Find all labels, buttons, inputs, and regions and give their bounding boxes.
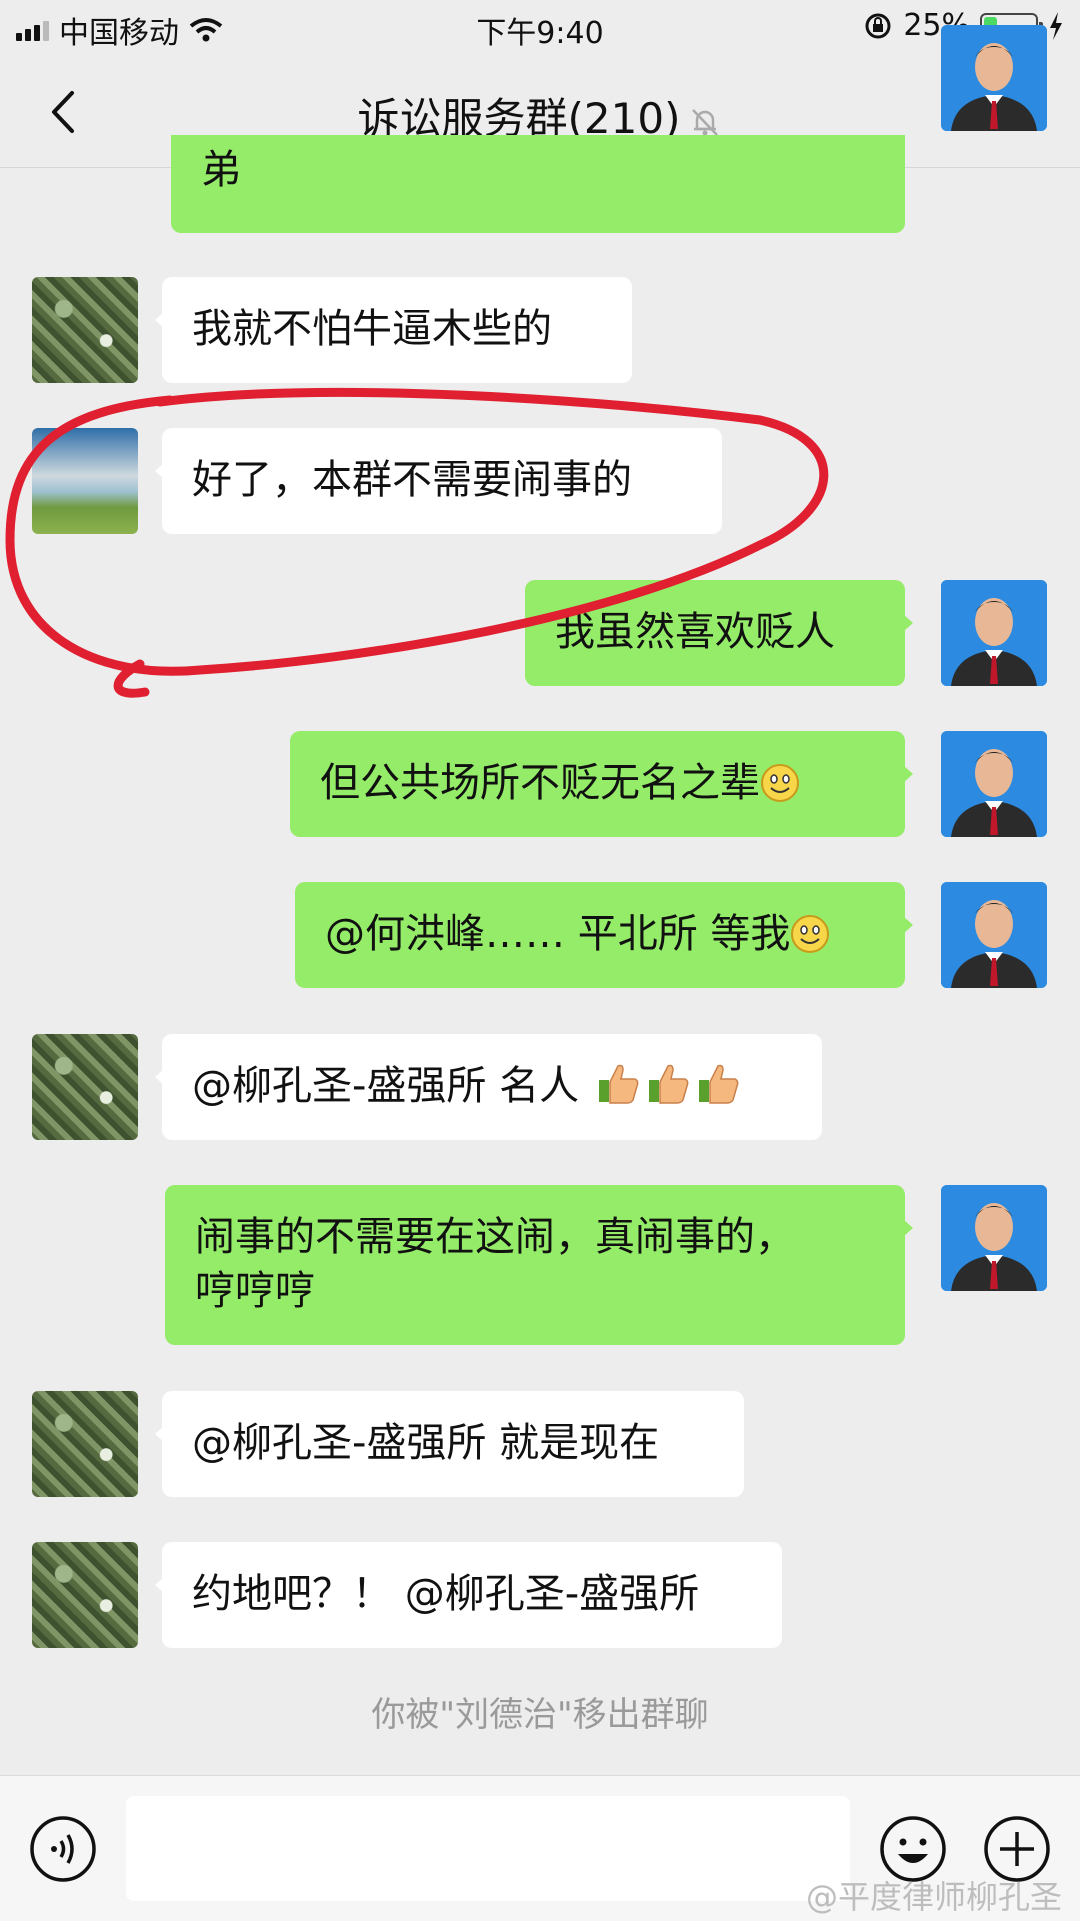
message-text: 但公共场所不贬无名之辈	[320, 760, 760, 806]
man-portrait-icon	[941, 25, 1047, 131]
message-row: 但公共场所不贬无名之辈	[0, 731, 1080, 837]
chat-bubble[interactable]: 约地吧？！ @柳孔圣-盛强所	[155, 1542, 782, 1648]
message-text: 闹事的不需要在这闹，真闹事的， 哼哼哼	[195, 1214, 795, 1314]
message-input[interactable]	[126, 1796, 850, 1901]
message-row: 闹事的不需要在这闹，真闹事的， 哼哼哼	[0, 1185, 1080, 1345]
message-text: @柳孔圣-盛强所 名人	[192, 1063, 580, 1109]
thumbs-up-emoji-icon	[598, 1064, 639, 1104]
chat-bubble[interactable]: 我就不怕牛逼木些的	[155, 277, 632, 383]
message-text: 弟	[201, 147, 241, 193]
chat-bubble[interactable]: @柳孔圣-盛强所 就是现在	[155, 1391, 744, 1497]
rotation-lock-icon	[865, 13, 891, 38]
my-avatar[interactable]	[941, 731, 1047, 837]
voice-icon[interactable]	[28, 1814, 98, 1884]
my-avatar[interactable]	[941, 25, 1047, 131]
message-text: 好了，本群不需要闹事的	[192, 457, 632, 503]
system-message: 你被"刘德治"移出群聊	[371, 1695, 709, 1735]
man-portrait-icon	[941, 1185, 1047, 1291]
message-text: 我就不怕牛逼木些的	[192, 306, 552, 352]
chat-bubble[interactable]: @柳孔圣-盛强所 名人	[155, 1034, 822, 1140]
smile-emoji-icon	[791, 915, 830, 953]
member-avatar[interactable]	[32, 1034, 138, 1140]
man-portrait-icon	[941, 580, 1047, 686]
chat-bubble[interactable]: 我虽然喜欢贬人	[525, 580, 913, 686]
mute-bell-icon	[692, 108, 719, 136]
my-avatar[interactable]	[941, 882, 1047, 988]
message-row: @何洪峰…… 平北所 等我	[0, 882, 1080, 988]
message-text: @何洪峰…… 平北所 等我	[325, 911, 791, 957]
chat-bubble[interactable]: 闹事的不需要在这闹，真闹事的， 哼哼哼	[165, 1185, 913, 1345]
member-avatar[interactable]	[32, 277, 138, 383]
man-portrait-icon	[941, 731, 1047, 837]
chat-bubble[interactable]: 但公共场所不贬无名之辈	[290, 731, 913, 837]
message-row: 弟	[0, 25, 1080, 233]
my-avatar[interactable]	[941, 580, 1047, 686]
message-row: 我就不怕牛逼木些的	[0, 277, 1080, 383]
member-avatar[interactable]	[32, 1542, 138, 1648]
message-row: 约地吧？！ @柳孔圣-盛强所	[0, 1542, 1080, 1648]
my-avatar[interactable]	[941, 1185, 1047, 1291]
status-bar: 中国移动 下午9:40 25%	[0, 0, 1080, 55]
member-avatar[interactable]	[32, 428, 138, 534]
chat-bubble[interactable]: 好了，本群不需要闹事的	[155, 428, 722, 534]
message-text: 约地吧？！ @柳孔圣-盛强所	[192, 1571, 700, 1617]
message-row: @柳孔圣-盛强所 就是现在	[0, 1391, 1080, 1497]
message-text: 我虽然喜欢贬人	[555, 609, 835, 655]
watermark: @平度律师柳孔圣	[805, 1878, 1062, 1916]
message-row: @柳孔圣-盛强所 名人	[0, 1034, 1080, 1140]
smile-emoji-icon	[761, 764, 799, 802]
message-text: @柳孔圣-盛强所 就是现在	[192, 1420, 660, 1466]
chat-bubble[interactable]: @何洪峰…… 平北所 等我	[295, 882, 913, 988]
charging-icon	[1050, 11, 1062, 40]
thumbs-up-emoji-icon	[698, 1064, 739, 1104]
message-row: 好了，本群不需要闹事的	[0, 428, 1080, 534]
member-avatar[interactable]	[32, 1391, 138, 1497]
message-row: 我虽然喜欢贬人	[0, 580, 1080, 686]
thumbs-up-emoji-icon	[648, 1064, 689, 1104]
chat-bubble[interactable]: 弟	[171, 135, 905, 233]
man-portrait-icon	[941, 882, 1047, 988]
